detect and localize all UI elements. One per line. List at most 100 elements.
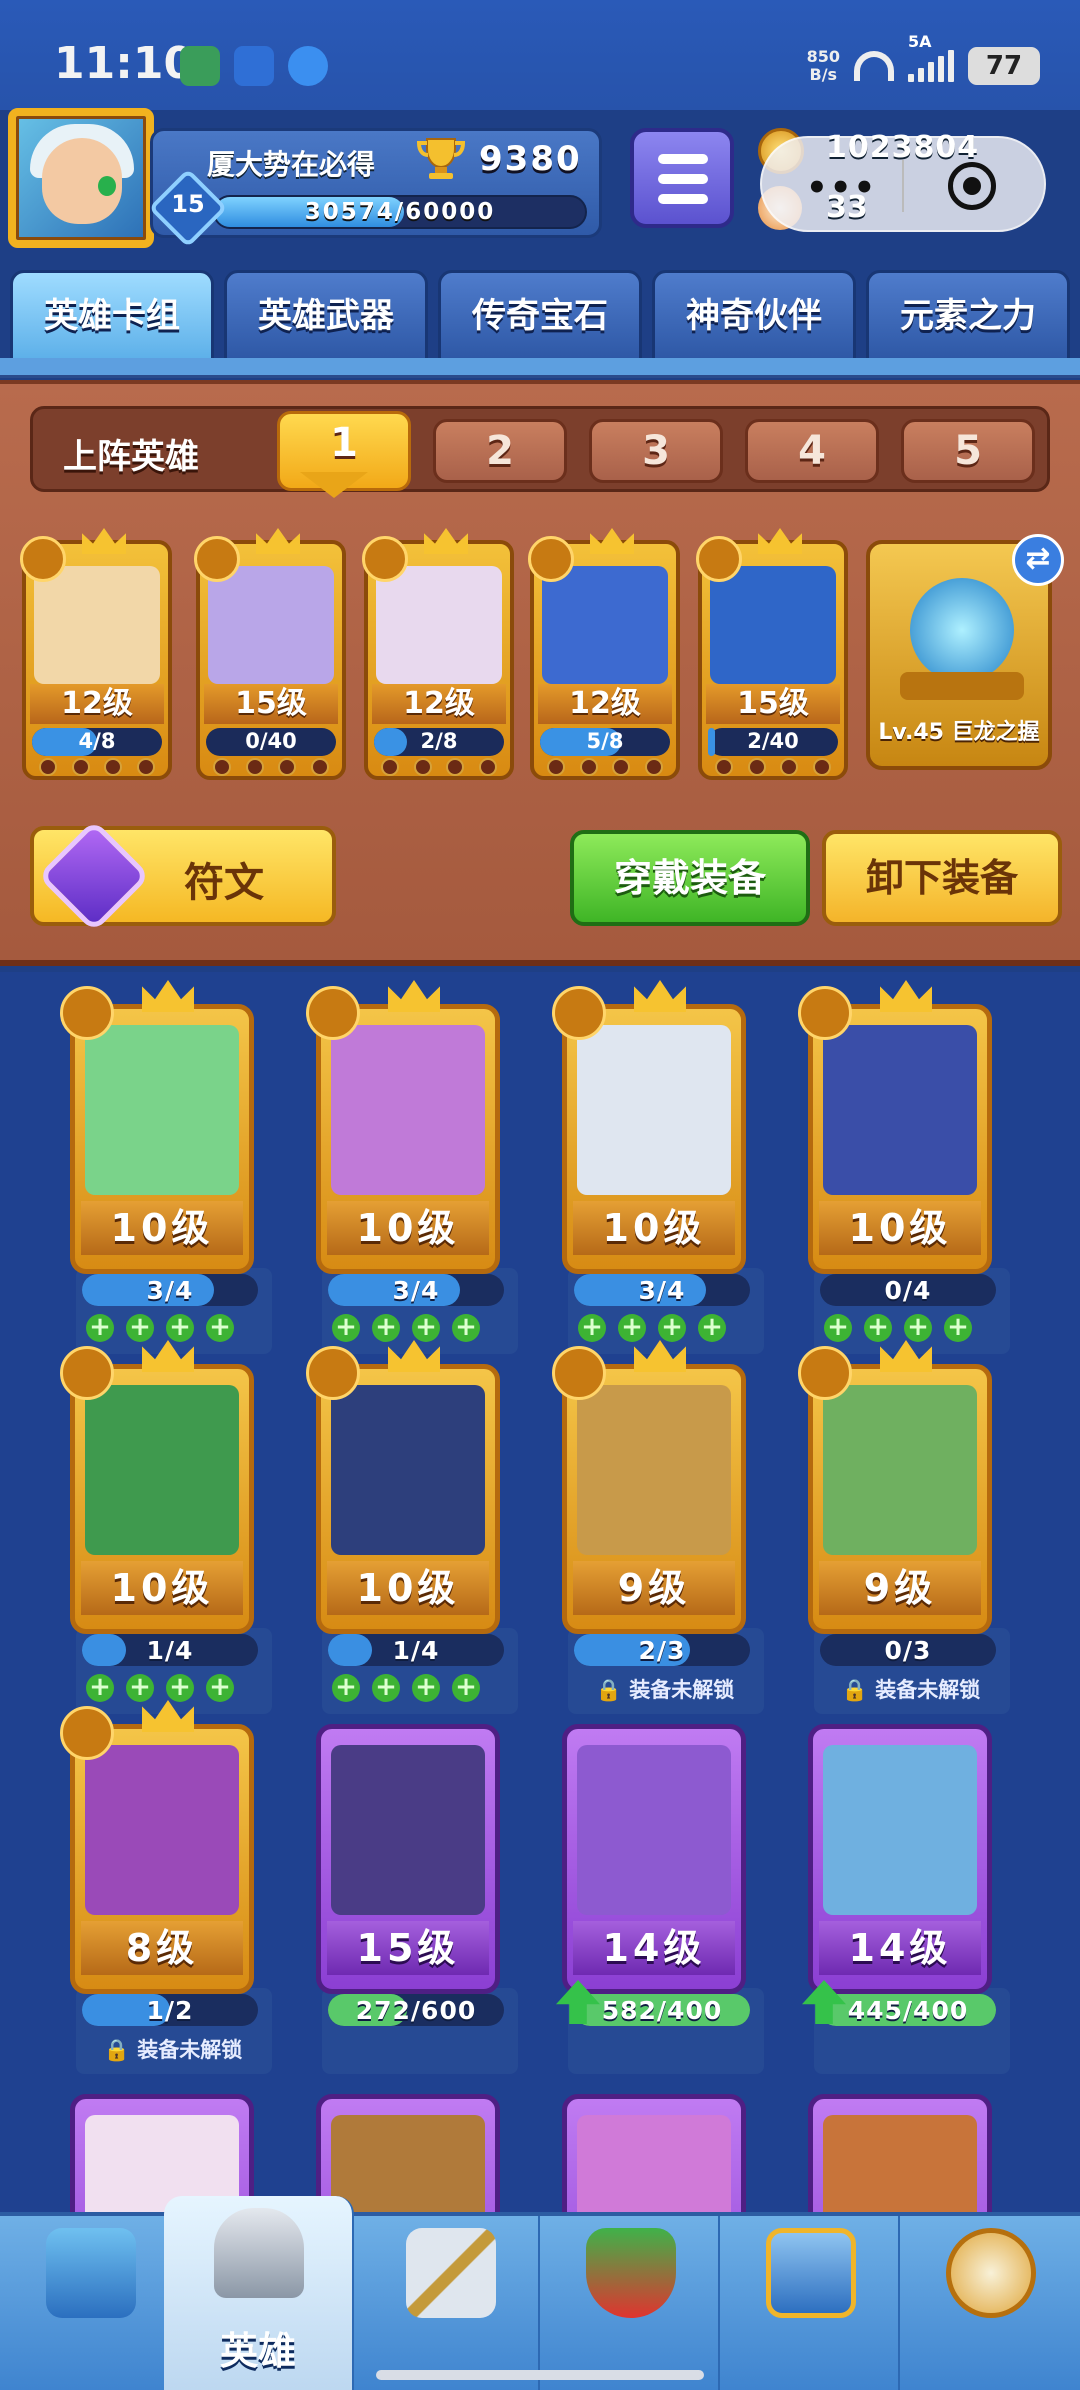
- add-gear-icon[interactable]: +: [412, 1674, 440, 1702]
- add-gear-icon[interactable]: +: [452, 1314, 480, 1342]
- add-gear-icon[interactable]: +: [206, 1314, 234, 1342]
- add-gear-icon[interactable]: +: [658, 1314, 686, 1342]
- hero-card[interactable]: 10级 3/4 + + + +: [306, 980, 536, 1356]
- hero-portrait: [577, 2115, 731, 2212]
- equipped-hero-card[interactable]: 12级 2/8: [362, 528, 514, 780]
- add-gear-icon[interactable]: +: [372, 1314, 400, 1342]
- home-indicator: [376, 2370, 704, 2380]
- hero-card[interactable]: 14级 582/400: [556, 1706, 782, 2076]
- hero-card-frame: 10级: [70, 1364, 254, 1634]
- hero-progress-text: 2/8: [420, 729, 458, 753]
- lineup-slot-3[interactable]: 3: [589, 419, 723, 483]
- hero-card[interactable]: 10级 3/4 + + + +: [552, 980, 782, 1356]
- hero-portrait: [331, 1025, 485, 1195]
- hero-card[interactable]: [562, 2076, 782, 2212]
- crown-icon: [256, 528, 300, 554]
- relic-card[interactable]: Lv.45 巨龙之握 ⇄: [866, 534, 1064, 770]
- nav-battle[interactable]: [360, 2216, 540, 2390]
- battery-indicator: 77: [968, 47, 1040, 85]
- add-gear-icon[interactable]: +: [452, 1674, 480, 1702]
- add-gear-icon[interactable]: +: [372, 1674, 400, 1702]
- nav-heroes[interactable]: 英雄: [164, 2196, 354, 2390]
- add-gear-icon[interactable]: +: [126, 1674, 154, 1702]
- add-gear-icon[interactable]: +: [618, 1314, 646, 1342]
- tab-hero-deck[interactable]: 英雄卡组: [10, 270, 214, 366]
- add-gear-icon[interactable]: +: [166, 1674, 194, 1702]
- hero-progress-bar: 2/8: [374, 728, 504, 756]
- add-gear-icon[interactable]: +: [904, 1314, 932, 1342]
- hero-portrait: [710, 566, 836, 684]
- hero-card[interactable]: [316, 2076, 536, 2212]
- add-gear-icon[interactable]: +: [332, 1314, 360, 1342]
- hero-portrait: [376, 566, 502, 684]
- treasure-chest-icon: [46, 2228, 136, 2318]
- rune-button-label: 符文: [184, 860, 264, 906]
- add-gear-icon[interactable]: +: [86, 1314, 114, 1342]
- add-gear-icon[interactable]: +: [166, 1314, 194, 1342]
- unequip-gear-button[interactable]: 卸下装备: [822, 830, 1062, 926]
- add-gear-icon[interactable]: +: [412, 1314, 440, 1342]
- hero-card[interactable]: [808, 2076, 1028, 2212]
- lineup-slot-2[interactable]: 2: [433, 419, 567, 483]
- equipped-hero-card[interactable]: 12级 4/8: [20, 528, 172, 780]
- hero-progress-bar: 1/4: [328, 1634, 504, 1666]
- rune-gem-icon: [37, 819, 151, 933]
- gem-socket: [39, 758, 58, 776]
- nav-shop[interactable]: [0, 2216, 180, 2390]
- close-mini-program-icon[interactable]: [948, 162, 996, 210]
- nav-explore[interactable]: [900, 2216, 1080, 2390]
- tab-legendary-gems[interactable]: 传奇宝石: [438, 270, 642, 362]
- swap-icon[interactable]: ⇄: [1012, 534, 1064, 586]
- hero-progress-bar: 1/2: [82, 1994, 258, 2026]
- add-gear-icon[interactable]: +: [332, 1674, 360, 1702]
- gem-socket: [104, 758, 123, 776]
- main-menu-button[interactable]: [630, 128, 734, 228]
- nav-guild[interactable]: [540, 2216, 720, 2390]
- hero-progress-bar: 582/400: [574, 1994, 750, 2026]
- tab-hero-weapons[interactable]: 英雄武器: [224, 270, 428, 362]
- add-gear-icon[interactable]: +: [698, 1314, 726, 1342]
- gear-slots: + + + +: [824, 1314, 972, 1342]
- hero-card-frame: 10级: [808, 1004, 992, 1274]
- player-name: 厦大势在必得: [207, 148, 376, 181]
- add-gear-icon[interactable]: +: [824, 1314, 852, 1342]
- hero-portrait: [823, 1745, 977, 1915]
- equipped-hero-card[interactable]: 15级 2/40: [696, 528, 848, 780]
- hero-card[interactable]: 15级 272/600: [316, 1706, 536, 2076]
- hero-class-icon: [552, 1346, 606, 1400]
- gear-slots: + + + +: [332, 1314, 480, 1342]
- tab-magic-partners[interactable]: 神奇伙伴: [652, 270, 856, 362]
- equip-gear-button[interactable]: 穿戴装备: [570, 830, 810, 926]
- hero-card[interactable]: [70, 2076, 290, 2212]
- player-avatar[interactable]: [8, 108, 154, 248]
- hero-progress-bar: 0/3: [820, 1634, 996, 1666]
- player-info-bar[interactable]: 厦大势在必得 9380 30574/60000: [150, 128, 602, 238]
- player-level: 15: [171, 190, 205, 218]
- equipped-hero-card[interactable]: 12级 5/8: [528, 528, 680, 780]
- gem-socket: [381, 758, 400, 776]
- hero-card[interactable]: 10级 3/4 + + + +: [60, 980, 290, 1356]
- hero-card[interactable]: 10级 1/4 + + + +: [306, 1340, 536, 1716]
- add-gear-icon[interactable]: +: [86, 1674, 114, 1702]
- rune-button[interactable]: 符文: [30, 819, 336, 933]
- hero-card[interactable]: 10级 0/4 + + + +: [798, 980, 1028, 1356]
- add-gear-icon[interactable]: +: [944, 1314, 972, 1342]
- hero-card[interactable]: 14级 445/400: [802, 1706, 1028, 2076]
- add-gear-icon[interactable]: +: [578, 1314, 606, 1342]
- gem-socket: [715, 758, 734, 776]
- hero-card[interactable]: 9级 2/3 🔒 装备未解锁: [552, 1340, 782, 1716]
- nav-social[interactable]: [720, 2216, 900, 2390]
- add-gear-icon[interactable]: +: [206, 1674, 234, 1702]
- lineup-slot-5[interactable]: 5: [901, 419, 1035, 483]
- hero-card[interactable]: 8级 1/2 🔒 装备未解锁: [60, 1700, 290, 2076]
- hero-class-icon: [20, 536, 66, 582]
- hero-card[interactable]: 10级 1/4 + + + +: [60, 1340, 290, 1716]
- add-gear-icon[interactable]: +: [126, 1314, 154, 1342]
- tab-elemental-power[interactable]: 元素之力: [866, 270, 1070, 362]
- add-gear-icon[interactable]: +: [864, 1314, 892, 1342]
- equipped-hero-card[interactable]: 15级 0/40: [194, 528, 346, 780]
- hero-level: 9级: [819, 1561, 981, 1615]
- lineup-slot-4[interactable]: 4: [745, 419, 879, 483]
- hero-card[interactable]: 9级 0/3 🔒 装备未解锁: [798, 1340, 1028, 1716]
- relic-label: Lv.45 巨龙之握: [878, 720, 1040, 745]
